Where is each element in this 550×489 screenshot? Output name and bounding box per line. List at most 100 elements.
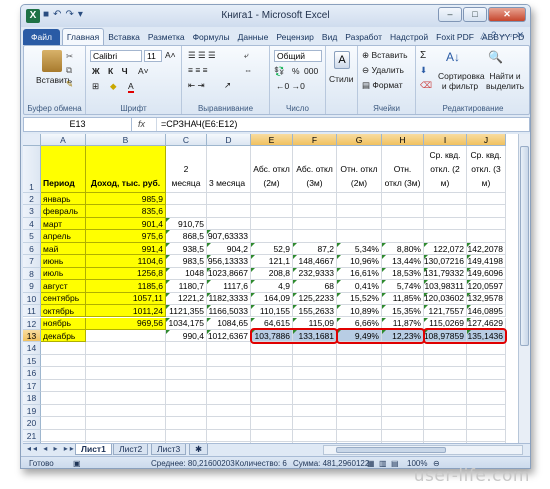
cell-e17[interactable] (251, 379, 293, 393)
cell-j14[interactable] (467, 342, 506, 355)
fill-icon[interactable]: ⬇ (420, 65, 427, 76)
tab-insert[interactable]: Вставка (104, 29, 144, 45)
cut-icon[interactable]: ✂ (66, 51, 73, 62)
cell-a20[interactable] (41, 417, 86, 430)
cell-i15[interactable] (424, 354, 467, 368)
row-header-3[interactable]: 3 (23, 205, 41, 218)
cell-c6[interactable]: 938,5 (166, 242, 207, 256)
cell-b8[interactable]: 1256,8 (86, 267, 166, 281)
cell-a2[interactable]: январь (41, 193, 86, 206)
column-header-c[interactable]: C (166, 134, 207, 146)
cell-h3[interactable] (382, 205, 424, 218)
cell-j11[interactable]: 146,0895 (467, 305, 506, 318)
cell-g5[interactable] (337, 230, 382, 243)
cell-g3[interactable] (337, 205, 382, 218)
cell-i8[interactable]: 131,79332 (424, 267, 467, 281)
cell-i7[interactable]: 130,07216 (424, 255, 467, 268)
cell-j9[interactable]: 120,0597 (467, 280, 506, 293)
cell-c13[interactable]: 990,4 (166, 329, 207, 343)
ribbon-collapse-icon[interactable]: △ (480, 30, 487, 41)
cell-h19[interactable] (382, 404, 424, 418)
cell-j4[interactable] (467, 217, 506, 231)
cell-g4[interactable] (337, 217, 382, 231)
cell-a16[interactable] (41, 367, 86, 380)
vertical-scroll-thumb[interactable] (520, 146, 529, 346)
wrap-text-icon[interactable]: ⤶ (244, 50, 249, 61)
window-restore-icon[interactable]: ▫ (509, 30, 512, 41)
cell-b7[interactable]: 1104,6 (86, 255, 166, 268)
cell-b3[interactable]: 835,6 (86, 205, 166, 218)
cell-h7[interactable]: 13,44% (382, 255, 424, 268)
tab-review[interactable]: Рецензир (272, 29, 318, 45)
row-header-14[interactable]: 14 (23, 342, 41, 355)
cell-c17[interactable] (166, 379, 207, 393)
header-cell-j[interactable]: Ср. квд. откл. (3 м) (467, 146, 506, 193)
find-icon[interactable]: 🔍 (488, 50, 503, 64)
cell-a15[interactable] (41, 354, 86, 368)
row-header-9[interactable]: 9 (23, 280, 41, 293)
cell-i14[interactable] (424, 342, 467, 355)
cell-f19[interactable] (293, 404, 337, 418)
cell-e18[interactable] (251, 392, 293, 405)
cell-c9[interactable]: 1180,7 (166, 280, 207, 293)
cell-d7[interactable]: 956,13333 (207, 255, 251, 268)
cell-a13[interactable]: декабрь (41, 329, 86, 343)
cell-e4[interactable] (251, 217, 293, 231)
cell-j19[interactable] (467, 404, 506, 418)
formula-input[interactable]: =СРЗНАЧ(E6:E12) (156, 118, 237, 131)
cell-b12[interactable]: 969,56 (86, 317, 166, 330)
cell-c11[interactable]: 1121,355 (166, 305, 207, 318)
cell-e7[interactable]: 121,1 (251, 255, 293, 268)
cell-f18[interactable] (293, 392, 337, 405)
worksheet-grid[interactable]: A B C D E F G H I J 1 2 3 4 5 6 7 8 9 10 11 12 13 14 15 16 17 18 19 2… (23, 134, 530, 443)
column-header-g[interactable]: G (337, 134, 382, 146)
sort-filter-icon[interactable]: A↓ (446, 50, 460, 64)
currency-icon[interactable]: 💱 (274, 66, 285, 77)
cell-h14[interactable] (382, 342, 424, 355)
cell-i18[interactable] (424, 392, 467, 405)
cell-h5[interactable] (382, 230, 424, 243)
cell-a17[interactable] (41, 379, 86, 393)
cell-j17[interactable] (467, 379, 506, 393)
delete-cells-button[interactable]: ⊖ Удалить (362, 65, 404, 76)
cell-c15[interactable] (166, 354, 207, 368)
cell-g16[interactable] (337, 367, 382, 380)
cell-g19[interactable] (337, 404, 382, 418)
column-header-b[interactable]: B (86, 134, 166, 146)
cell-f11[interactable]: 155,2633 (293, 305, 337, 318)
row-header-20[interactable]: 20 (23, 417, 41, 430)
help-icon[interactable]: ? (491, 30, 496, 41)
cell-f20[interactable] (293, 417, 337, 430)
cell-f7[interactable]: 148,4667 (293, 255, 337, 268)
percent-button[interactable]: % (292, 66, 300, 76)
cell-g10[interactable]: 15,52% (337, 292, 382, 306)
cell-b21[interactable] (86, 429, 166, 442)
cell-i11[interactable]: 121,7557 (424, 305, 467, 318)
horizontal-scrollbar[interactable] (323, 445, 523, 455)
cell-i6[interactable]: 122,072 (424, 242, 467, 256)
cell-h9[interactable]: 5,74% (382, 280, 424, 293)
cell-e9[interactable]: 4,9 (251, 280, 293, 293)
copy-icon[interactable]: ⧉ (66, 65, 72, 76)
row-header-17[interactable]: 17 (23, 379, 41, 393)
cell-f5[interactable] (293, 230, 337, 243)
row-header-11[interactable]: 11 (23, 305, 41, 318)
cell-g9[interactable]: 0,41% (337, 280, 382, 293)
sheet-nav-arrows[interactable]: ◂◂ ◂ ▸ ▸▸ (27, 444, 76, 453)
cell-c19[interactable] (166, 404, 207, 418)
cell-i17[interactable] (424, 379, 467, 393)
cell-j10[interactable]: 132,9578 (467, 292, 506, 306)
tab-addins[interactable]: Надстрой (386, 29, 432, 45)
cell-d2[interactable] (207, 193, 251, 206)
cell-a3[interactable]: февраль (41, 205, 86, 218)
clear-icon[interactable]: ⌫ (420, 80, 432, 91)
fill-color-icon[interactable]: ◆ (110, 81, 117, 92)
tab-file[interactable]: Файл (23, 29, 60, 45)
thousands-button[interactable]: 000 (304, 66, 318, 76)
cell-j6[interactable]: 142,2078 (467, 242, 506, 256)
row-header-18[interactable]: 18 (23, 392, 41, 405)
header-cell-h[interactable]: Отн. откл (3м) (382, 146, 424, 193)
cell-c21[interactable] (166, 429, 207, 442)
cell-g15[interactable] (337, 354, 382, 368)
cell-a7[interactable]: июнь (41, 255, 86, 268)
